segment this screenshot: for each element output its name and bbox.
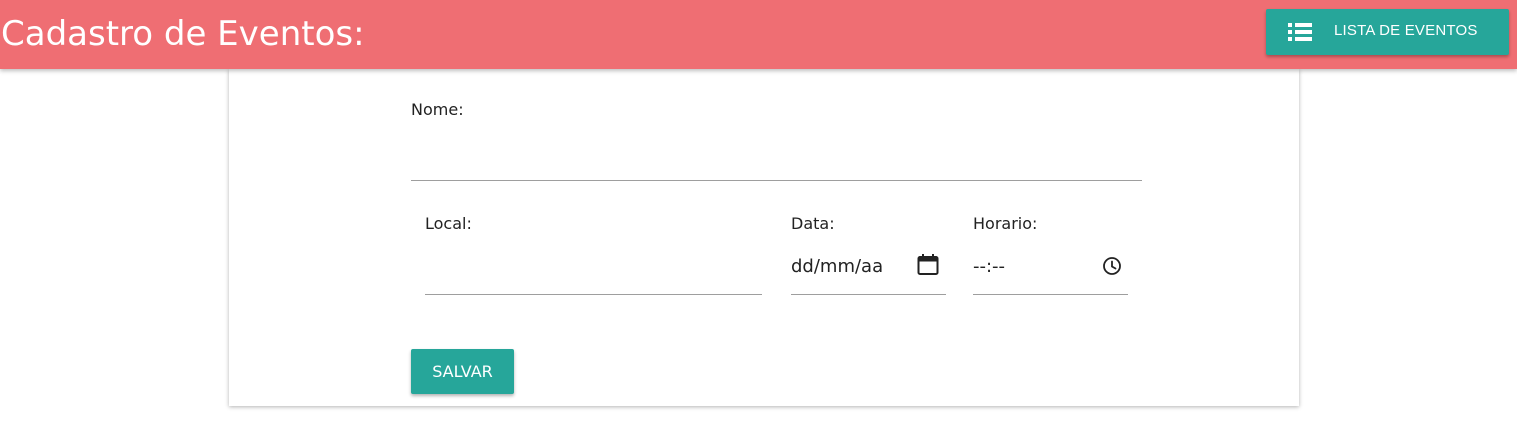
nome-input[interactable]	[411, 147, 1141, 175]
data-placeholder: dd/mm/aa	[791, 256, 884, 277]
event-form-card: Nome: Local: Data: dd/mm/aa Horario: --:…	[229, 69, 1299, 406]
list-icon	[1288, 21, 1312, 43]
nome-label: Nome:	[411, 100, 464, 119]
local-input[interactable]	[425, 261, 761, 289]
horario-label: Horario:	[973, 214, 1038, 233]
horario-placeholder: --:--	[973, 256, 1006, 277]
salvar-button[interactable]: SALVAR	[411, 349, 514, 394]
local-label: Local:	[425, 214, 472, 233]
calendar-icon[interactable]	[917, 254, 939, 276]
data-underline	[791, 294, 946, 295]
horario-underline	[973, 294, 1128, 295]
nome-underline	[411, 180, 1142, 181]
lista-de-eventos-button[interactable]: LISTA DE EVENTOS	[1266, 9, 1509, 55]
app-header: Cadastro de Eventos: LISTA DE EVENTOS	[0, 0, 1517, 69]
page-title: Cadastro de Eventos:	[1, 14, 365, 54]
horario-input[interactable]: --:--	[973, 252, 1128, 292]
data-label: Data:	[791, 214, 835, 233]
clock-icon[interactable]	[1101, 255, 1123, 277]
data-input[interactable]: dd/mm/aa	[791, 252, 946, 292]
local-underline	[425, 294, 762, 295]
lista-de-eventos-label: LISTA DE EVENTOS	[1334, 22, 1478, 39]
